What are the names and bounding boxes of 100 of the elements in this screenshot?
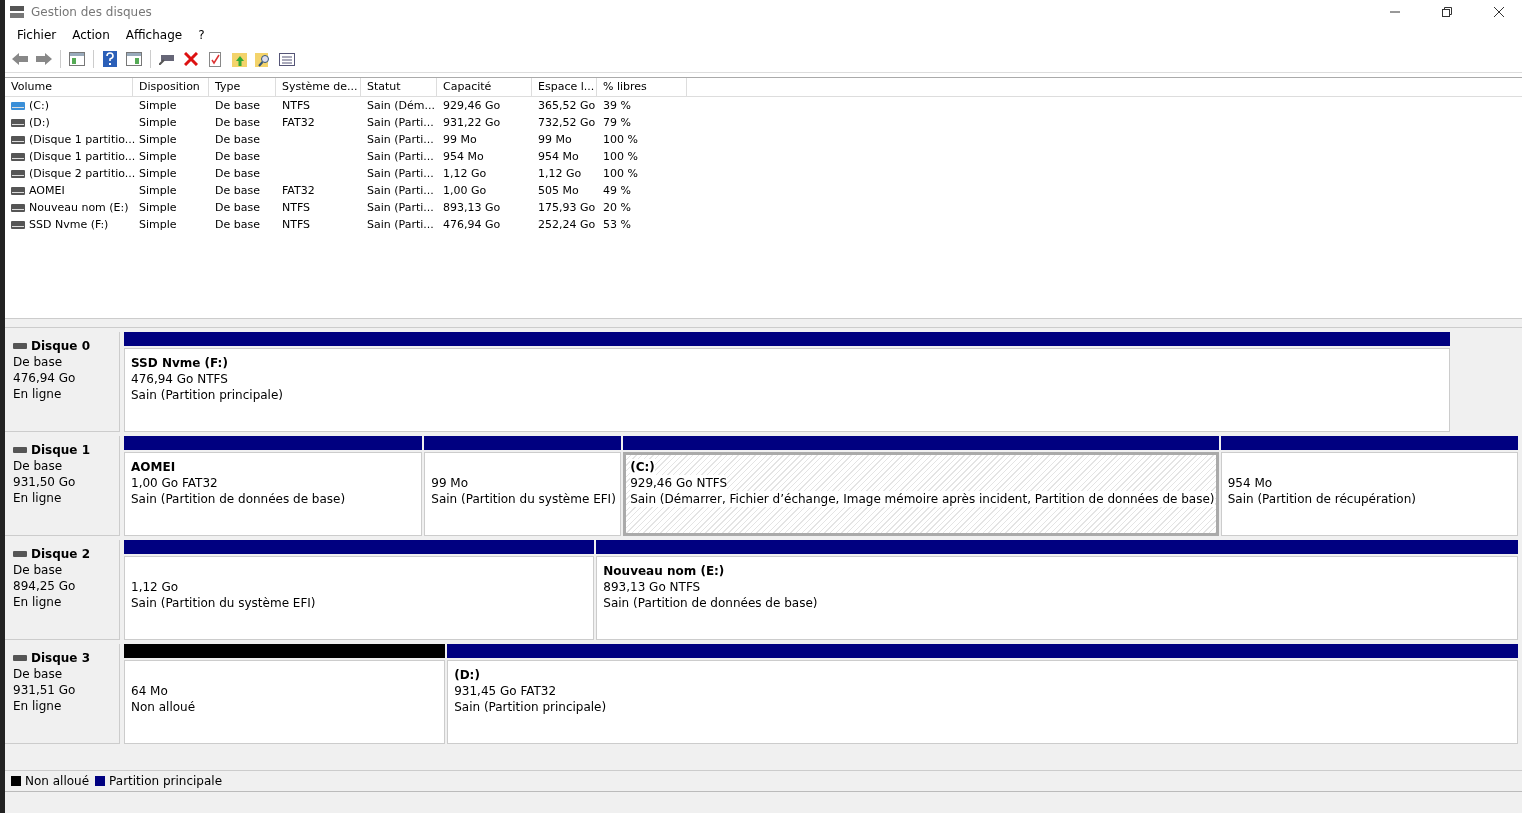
disk-name: Disque 1 — [31, 442, 90, 458]
table-cell-text: AOMEI — [29, 183, 65, 199]
partition-block[interactable]: SSD Nvme (F:) 476,94 Go NTFS Sain (Partition principale) — [124, 348, 1451, 432]
partition-status: Sain (Partition principale) — [131, 387, 284, 403]
table-cell-text: Simple — [139, 149, 177, 165]
table-cell-text: 100 % — [603, 149, 638, 165]
partition-status: Sain (Partition de récupération) — [1227, 491, 1416, 507]
table-cell-text: NTFS — [282, 217, 311, 233]
disk-type: De base — [13, 354, 64, 370]
delete-icon — [184, 52, 198, 66]
disk-size: 476,94 Go — [13, 370, 77, 386]
back-arrow-icon — [12, 53, 28, 65]
partition-block[interactable]: Nouveau nom (E:) 893,13 Go NTFS Sain (Partition de données de base) — [596, 556, 1518, 640]
disk-name: Disque 3 — [31, 650, 90, 666]
disk-status: En ligne — [13, 490, 63, 506]
table-cell-text: De base — [215, 132, 260, 148]
partition-size: 929,46 Go NTFS — [630, 475, 727, 491]
table-cell-text: De base — [215, 183, 260, 199]
table-cell-text: 929,46 Go — [443, 98, 501, 114]
table-cell-text: 893,13 Go — [443, 200, 501, 216]
column-header[interactable]: Statut — [361, 78, 437, 96]
table-cell-text: Simple — [139, 132, 177, 148]
partition-size: 1,12 Go — [131, 579, 179, 595]
panel-icon — [69, 52, 85, 66]
table-cell-text: FAT32 — [282, 183, 315, 199]
table-cell-text: 39 % — [603, 98, 631, 114]
menu-item[interactable]: Fichier — [9, 26, 65, 44]
table-cell-text: De base — [215, 166, 260, 182]
disk-type: De base — [13, 562, 64, 578]
drive-icon — [11, 186, 25, 195]
table-cell-text: 732,52 Go — [538, 115, 596, 131]
legend-label: Non alloué — [25, 774, 90, 788]
partition-block[interactable]: (D:) 931,45 Go FAT32 Sain (Partition principale) — [447, 660, 1518, 744]
table-cell-text: Simple — [139, 183, 177, 199]
table-cell-text: 1,00 Go — [443, 183, 487, 199]
restore-icon — [1442, 7, 1452, 17]
table-cell-text: (Disque 2 partitio... — [29, 166, 136, 182]
column-header[interactable]: Type — [209, 78, 276, 96]
partition-block[interactable]: 99 Mo Sain (Partition du système EFI) — [424, 452, 622, 536]
column-header[interactable]: Espace l... — [532, 78, 597, 96]
table-cell-text: (C:) — [29, 98, 49, 114]
table-cell-text: De base — [215, 115, 260, 131]
partition-status: Sain (Démarrer, Fichier d’échange, Image mémoire après incident, Partition de données de base) — [630, 491, 1215, 507]
table-cell-text: 505 Mo — [538, 183, 579, 199]
partition-name: Nouveau nom (E:) — [603, 563, 725, 579]
disk-status: En ligne — [13, 698, 63, 714]
partition-block[interactable]: 64 Mo Non alloué — [124, 660, 446, 744]
disk-size: 931,50 Go — [13, 474, 77, 490]
drive-icon — [11, 169, 25, 178]
table-cell-text: Nouveau nom (E:) — [29, 200, 129, 216]
disk-name: Disque 0 — [31, 338, 90, 354]
partition-size: 931,45 Go FAT32 — [454, 683, 557, 699]
table-cell-text: 100 % — [603, 166, 638, 182]
partition-size: 1,00 Go FAT32 — [131, 475, 218, 491]
close-icon — [1494, 7, 1504, 17]
table-cell-text: 1,12 Go — [443, 166, 487, 182]
panel-icon — [126, 52, 142, 66]
table-cell-text: 931,22 Go — [443, 115, 501, 131]
disk-size: 894,25 Go — [13, 578, 77, 594]
partition-block[interactable]: 954 Mo Sain (Partition de récupération) — [1220, 452, 1518, 536]
folder-up-icon — [231, 51, 247, 67]
table-cell-text: (Disque 1 partitio... — [29, 132, 136, 148]
window-title: Gestion des disques — [31, 5, 153, 19]
drive-icon — [11, 152, 25, 161]
table-cell-text: 49 % — [603, 183, 631, 199]
table-cell-text: 1,12 Go — [538, 166, 582, 182]
menu-item[interactable]: Action — [64, 26, 118, 44]
table-cell-text: 954 Mo — [443, 149, 484, 165]
table-cell-text: NTFS — [282, 200, 311, 216]
menu-item[interactable]: ? — [190, 26, 213, 44]
partition-block[interactable]: AOMEI 1,00 Go FAT32 Sain (Partition de données de base) — [124, 452, 423, 536]
table-cell-text: Sain (Parti... — [367, 115, 434, 131]
disk-management-icon — [9, 5, 25, 19]
folder-search-icon — [255, 51, 271, 67]
disk-name: Disque 2 — [31, 546, 90, 562]
table-cell-text: Sain (Parti... — [367, 166, 434, 182]
table-cell-text: Sain (Dém... — [367, 98, 435, 114]
table-cell-text: Simple — [139, 98, 177, 114]
drive-icon — [11, 203, 25, 212]
table-cell-text: 99 Mo — [443, 132, 477, 148]
table-cell-text: Simple — [139, 166, 177, 182]
partition-size: 893,13 Go NTFS — [603, 579, 701, 595]
help-icon — [103, 51, 117, 67]
table-cell-text: Simple — [139, 115, 177, 131]
partition-block[interactable]: 1,12 Go Sain (Partition du système EFI) — [124, 556, 595, 640]
system-drive-icon — [11, 101, 25, 110]
partition-size: 476,94 Go NTFS — [131, 371, 228, 387]
column-header[interactable]: Système de... — [276, 78, 361, 96]
menu-item[interactable]: Affichage — [117, 26, 191, 44]
table-cell-text: De base — [215, 200, 260, 216]
column-header[interactable]: Disposition — [133, 78, 209, 96]
table-cell-text: (D:) — [29, 115, 50, 131]
column-header[interactable]: % libres — [597, 78, 687, 96]
list-icon — [279, 52, 295, 66]
drive-icon — [11, 220, 25, 229]
table-cell-text: 365,52 Go — [538, 98, 596, 114]
table-cell-text: 954 Mo — [538, 149, 579, 165]
partition-block[interactable]: (C:) 929,46 Go NTFS Sain (Démarrer, Fichier d’échange, Image mémoire après incident, Partition de données de base) — [623, 452, 1219, 536]
column-header[interactable]: Volume — [5, 78, 133, 96]
column-header[interactable]: Capacité — [437, 78, 532, 96]
